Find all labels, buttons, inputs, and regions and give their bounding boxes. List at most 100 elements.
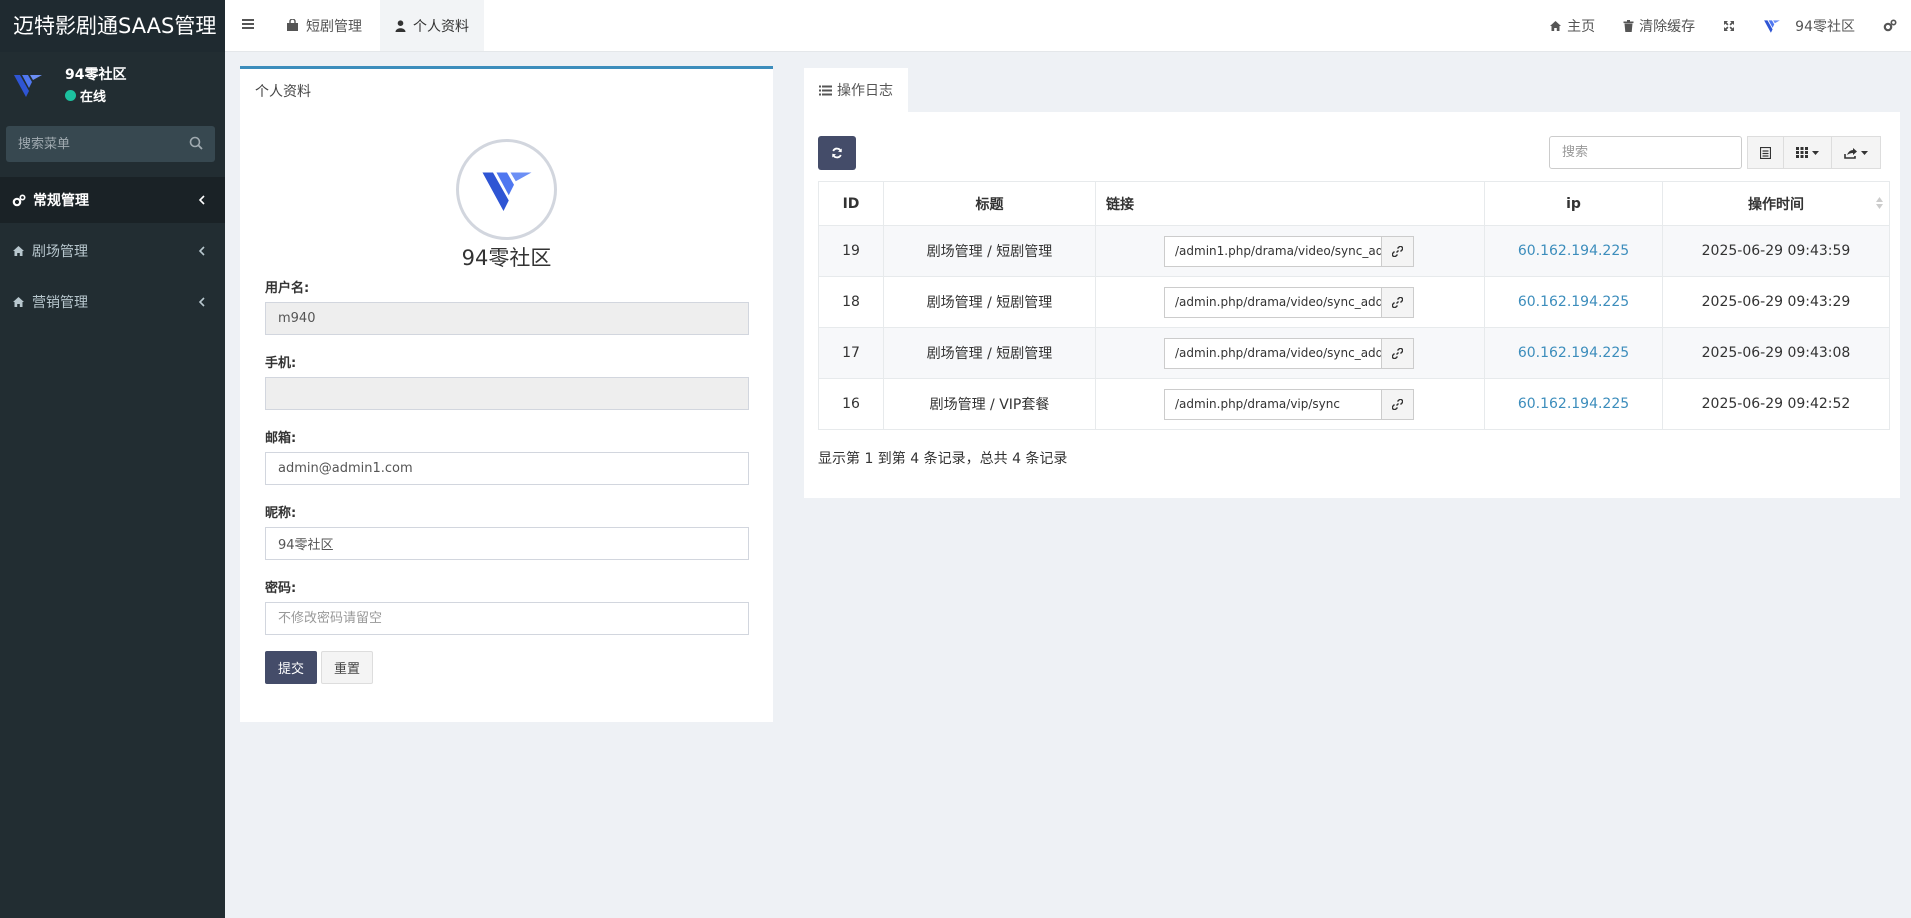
sidebar-item-label: 剧场管理 <box>32 244 88 260</box>
columns-grid-icon <box>1796 147 1808 158</box>
column-header-id[interactable]: ID <box>818 181 884 226</box>
columns-button[interactable] <box>1783 136 1832 169</box>
link-group <box>1164 388 1414 420</box>
column-header-time[interactable]: 操作时间 <box>1662 181 1890 226</box>
open-link-button[interactable] <box>1382 286 1414 318</box>
nickname-label: 昵称: <box>265 506 297 521</box>
export-button[interactable] <box>1831 136 1881 169</box>
logo-icon <box>482 172 531 211</box>
cell-title: 剧场管理 / 短剧管理 <box>883 225 1096 277</box>
online-indicator-icon <box>65 90 76 101</box>
cell-time: 2025-06-29 09:43:29 <box>1662 276 1890 328</box>
sort-icon[interactable] <box>1876 196 1883 210</box>
operation-log-panel: ID 标题 链接 ip 操作时间 19 剧场管理 / 短剧管理 60.162.1… <box>804 112 1900 498</box>
mobile-label: 手机: <box>265 356 297 371</box>
cell-link <box>1095 327 1485 379</box>
cell-id: 16 <box>818 378 884 430</box>
column-header-time-label: 操作时间 <box>1748 196 1804 213</box>
password-field[interactable] <box>265 602 749 635</box>
link-field[interactable] <box>1164 337 1382 369</box>
open-link-button[interactable] <box>1382 235 1414 267</box>
cell-ip: 60.162.194.225 <box>1484 225 1663 277</box>
open-link-button[interactable] <box>1382 337 1414 369</box>
cell-time: 2025-06-29 09:43:59 <box>1662 225 1890 277</box>
link-group <box>1164 286 1414 318</box>
nickname-field[interactable] <box>265 527 749 560</box>
refresh-button[interactable] <box>818 136 856 170</box>
table-row: 17 剧场管理 / 短剧管理 60.162.194.225 2025-06-29… <box>818 327 1890 379</box>
tab-drama-management[interactable]: 短剧管理 <box>271 0 377 51</box>
ip-link[interactable]: 60.162.194.225 <box>1518 243 1629 259</box>
chevron-left-icon <box>198 195 205 205</box>
refresh-icon <box>832 147 842 159</box>
username-field <box>265 302 749 335</box>
tab-operation-log[interactable]: 操作日志 <box>804 68 908 112</box>
reset-button[interactable]: 重置 <box>321 651 373 684</box>
settings-button[interactable] <box>1869 0 1911 51</box>
sidebar-item-marketing[interactable]: 营销管理 <box>0 279 225 325</box>
sidebar-item-label: 营销管理 <box>32 295 88 311</box>
cell-title: 剧场管理 / VIP套餐 <box>883 378 1096 430</box>
cell-time: 2025-06-29 09:43:08 <box>1662 327 1890 379</box>
open-link-button[interactable] <box>1382 388 1414 420</box>
user-menu-label: 94零社区 <box>1795 18 1855 35</box>
link-field[interactable] <box>1164 235 1382 267</box>
ip-link[interactable]: 60.162.194.225 <box>1518 345 1629 361</box>
column-header-ip[interactable]: ip <box>1484 181 1663 226</box>
app-title[interactable]: 迈特影剧通SAAS管理 <box>0 0 225 52</box>
table-row: 19 剧场管理 / 短剧管理 60.162.194.225 2025-06-29… <box>818 225 1890 277</box>
user-icon <box>395 19 406 32</box>
cell-id: 19 <box>818 225 884 277</box>
menu-search-input[interactable] <box>6 126 215 162</box>
tab-label: 个人资料 <box>413 18 469 35</box>
link-icon <box>1392 296 1403 308</box>
home-icon <box>12 245 25 257</box>
cell-time: 2025-06-29 09:42:52 <box>1662 378 1890 430</box>
pagination-info: 显示第 1 到第 4 条记录，总共 4 条记录 <box>818 451 1068 467</box>
submit-button[interactable]: 提交 <box>265 651 317 684</box>
fullscreen-button[interactable] <box>1709 0 1749 51</box>
cell-ip: 60.162.194.225 <box>1484 378 1663 430</box>
mobile-field <box>265 377 749 410</box>
chevron-left-icon <box>198 246 205 256</box>
column-header-link[interactable]: 链接 <box>1095 181 1485 226</box>
ip-link[interactable]: 60.162.194.225 <box>1518 396 1629 412</box>
email-field[interactable] <box>265 452 749 485</box>
tab-label: 短剧管理 <box>306 18 362 35</box>
search-icon[interactable] <box>189 136 203 150</box>
menu-search <box>6 126 215 162</box>
top-navbar: 短剧管理 个人资料 主页 清除缓存 94零社区 <box>225 0 1911 52</box>
cell-id: 17 <box>818 327 884 379</box>
sidebar-item-general[interactable]: 常规管理 <box>0 177 225 223</box>
clear-cache-link[interactable]: 清除缓存 <box>1609 0 1709 51</box>
column-header-title[interactable]: 标题 <box>883 181 1096 226</box>
table-search-input[interactable] <box>1549 136 1742 169</box>
avatar[interactable] <box>456 139 557 240</box>
cell-id: 18 <box>818 276 884 328</box>
link-field[interactable] <box>1164 388 1382 420</box>
profile-panel: 个人资料 94零社区 用户名: 手机: 邮箱: 昵称: 密码: 提交 重置 <box>240 66 773 722</box>
logo-icon <box>14 75 42 97</box>
link-group <box>1164 337 1414 369</box>
sidebar-item-theater[interactable]: 剧场管理 <box>0 228 225 274</box>
username-label: 用户名: <box>265 281 310 296</box>
cell-title: 剧场管理 / 短剧管理 <box>883 327 1096 379</box>
link-field[interactable] <box>1164 286 1382 318</box>
table-icon <box>1760 146 1771 159</box>
top-right-nav: 主页 清除缓存 94零社区 <box>1535 0 1911 51</box>
user-menu[interactable]: 94零社区 <box>1749 0 1869 51</box>
menu-icon[interactable] <box>241 17 255 31</box>
table-row: 18 剧场管理 / 短剧管理 60.162.194.225 2025-06-29… <box>818 276 1890 328</box>
ip-link[interactable]: 60.162.194.225 <box>1518 294 1629 310</box>
cell-ip: 60.162.194.225 <box>1484 276 1663 328</box>
table-row: 16 剧场管理 / VIP套餐 60.162.194.225 2025-06-2… <box>818 378 1890 430</box>
clear-cache-label: 清除缓存 <box>1639 18 1696 35</box>
shopping-bag-icon <box>287 19 298 31</box>
user-name: 94零社区 <box>65 67 127 83</box>
toggle-view-button[interactable] <box>1747 136 1784 169</box>
home-link[interactable]: 主页 <box>1535 0 1609 51</box>
list-icon <box>819 85 832 95</box>
status-text: 在线 <box>80 90 107 105</box>
sidebar-item-label: 常规管理 <box>33 193 89 209</box>
tab-profile[interactable]: 个人资料 <box>380 0 484 51</box>
